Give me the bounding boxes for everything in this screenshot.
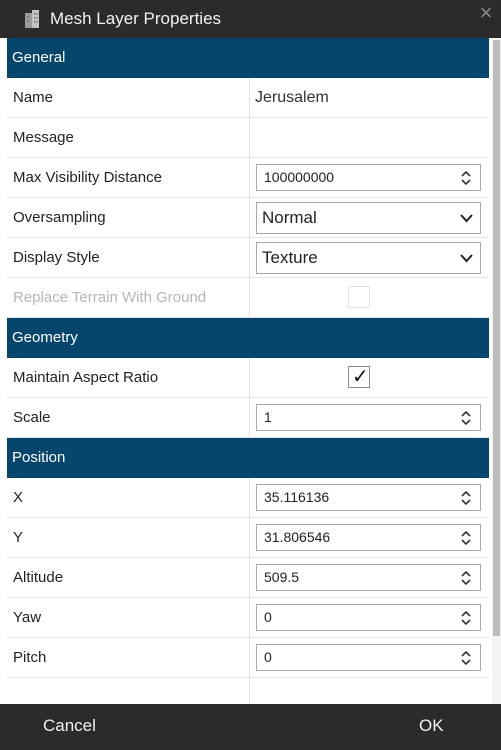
oversampling-select[interactable]: Normal: [256, 202, 481, 234]
row-display-style: Display Style Texture: [7, 238, 489, 278]
spin-arrows-icon[interactable]: [461, 611, 471, 625]
dialog-footer: Cancel OK: [0, 704, 501, 750]
column-divider: [249, 638, 250, 677]
row-altitude: Altitude 509.5: [7, 558, 489, 598]
altitude-label: Altitude: [13, 569, 64, 586]
row-scale: Scale 1: [7, 398, 489, 438]
column-divider: [249, 198, 250, 237]
maintain-aspect-ratio-label: Maintain Aspect Ratio: [13, 369, 159, 386]
spin-arrows-icon[interactable]: [461, 491, 471, 505]
altitude-value[interactable]: 509.5: [264, 565, 299, 590]
row-pitch: Pitch 0: [7, 638, 489, 678]
oversampling-label: Oversampling: [13, 209, 106, 226]
column-divider: [249, 478, 250, 517]
name-label: Name: [13, 89, 54, 106]
spin-arrows-icon[interactable]: [461, 411, 471, 425]
column-divider: [249, 678, 250, 704]
max-visibility-distance-spinbox[interactable]: 100000000: [256, 164, 481, 191]
spin-arrows-icon[interactable]: [461, 651, 471, 665]
column-divider: [249, 558, 250, 597]
oversampling-value[interactable]: Normal: [262, 203, 317, 233]
display-style-value[interactable]: Texture: [262, 243, 318, 273]
scale-spinbox[interactable]: 1: [256, 404, 481, 431]
dialog-title: Mesh Layer Properties: [50, 9, 222, 28]
chevron-down-icon[interactable]: [460, 253, 473, 263]
close-button[interactable]: ×: [474, 2, 498, 26]
row-y: Y 31.806546: [7, 518, 489, 558]
column-divider: [249, 398, 250, 437]
yaw-value[interactable]: 0: [264, 605, 272, 630]
replace-terrain-with-ground-label: Replace Terrain With Ground: [13, 289, 207, 306]
pitch-value[interactable]: 0: [264, 645, 272, 670]
row-x: X 35.116136: [7, 478, 489, 518]
replace-terrain-with-ground-checkbox: [348, 286, 370, 308]
spin-arrows-icon[interactable]: [461, 531, 471, 545]
pitch-spinbox[interactable]: 0: [256, 644, 481, 671]
properties-panel: General Name Jerusalem Message Max Visib…: [0, 38, 501, 704]
name-value[interactable]: Jerusalem: [255, 78, 329, 118]
row-replace-terrain-with-ground: Replace Terrain With Ground: [7, 278, 489, 318]
section-header-general[interactable]: General: [7, 38, 489, 78]
column-divider: [249, 78, 250, 117]
title-bar: Mesh Layer Properties ×: [0, 0, 501, 38]
row-oversampling: Oversampling Normal: [7, 198, 489, 238]
building-icon: [25, 10, 39, 28]
altitude-spinbox[interactable]: 509.5: [256, 564, 481, 591]
section-header-geometry[interactable]: Geometry: [7, 318, 489, 358]
chevron-down-icon[interactable]: [460, 213, 473, 223]
cancel-button[interactable]: Cancel: [43, 704, 96, 750]
y-label: Y: [13, 529, 24, 546]
row-max-visibility-distance: Max Visibility Distance 100000000: [7, 158, 489, 198]
x-spinbox[interactable]: 35.116136: [256, 484, 481, 511]
x-label: X: [13, 489, 24, 506]
column-divider: [249, 238, 250, 277]
section-header-position[interactable]: Position: [7, 438, 489, 478]
column-divider: [249, 358, 250, 397]
column-divider: [249, 158, 250, 197]
mesh-layer-properties-dialog: Mesh Layer Properties × General Name Jer…: [0, 0, 501, 750]
spin-arrows-icon[interactable]: [461, 171, 471, 185]
x-value[interactable]: 35.116136: [264, 485, 329, 510]
y-spinbox[interactable]: 31.806546: [256, 524, 481, 551]
maintain-aspect-ratio-checkbox[interactable]: ✓: [348, 364, 370, 388]
scale-label: Scale: [13, 409, 51, 426]
column-divider: [249, 118, 250, 157]
checkmark-icon: ✓: [352, 364, 369, 388]
pitch-label: Pitch: [13, 649, 47, 666]
yaw-label: Yaw: [13, 609, 42, 626]
scrollbar-thumb[interactable]: [493, 40, 500, 636]
row-yaw: Yaw 0: [7, 598, 489, 638]
ok-button[interactable]: OK: [419, 704, 444, 750]
max-visibility-distance-label: Max Visibility Distance: [13, 169, 162, 186]
display-style-select[interactable]: Texture: [256, 242, 481, 274]
property-grid: General Name Jerusalem Message Max Visib…: [7, 38, 489, 704]
column-divider: [249, 278, 250, 317]
max-visibility-distance-value[interactable]: 100000000: [264, 165, 334, 190]
display-style-label: Display Style: [13, 249, 100, 266]
column-divider: [249, 598, 250, 637]
row-message: Message: [7, 118, 489, 158]
message-label: Message: [13, 129, 74, 146]
spin-arrows-icon[interactable]: [461, 571, 471, 585]
column-divider: [249, 518, 250, 557]
scale-value[interactable]: 1: [264, 405, 272, 430]
row-maintain-aspect-ratio: Maintain Aspect Ratio ✓: [7, 358, 489, 398]
row-partial: [7, 678, 489, 704]
row-name: Name Jerusalem: [7, 78, 489, 118]
yaw-spinbox[interactable]: 0: [256, 604, 481, 631]
y-value[interactable]: 31.806546: [264, 525, 330, 550]
